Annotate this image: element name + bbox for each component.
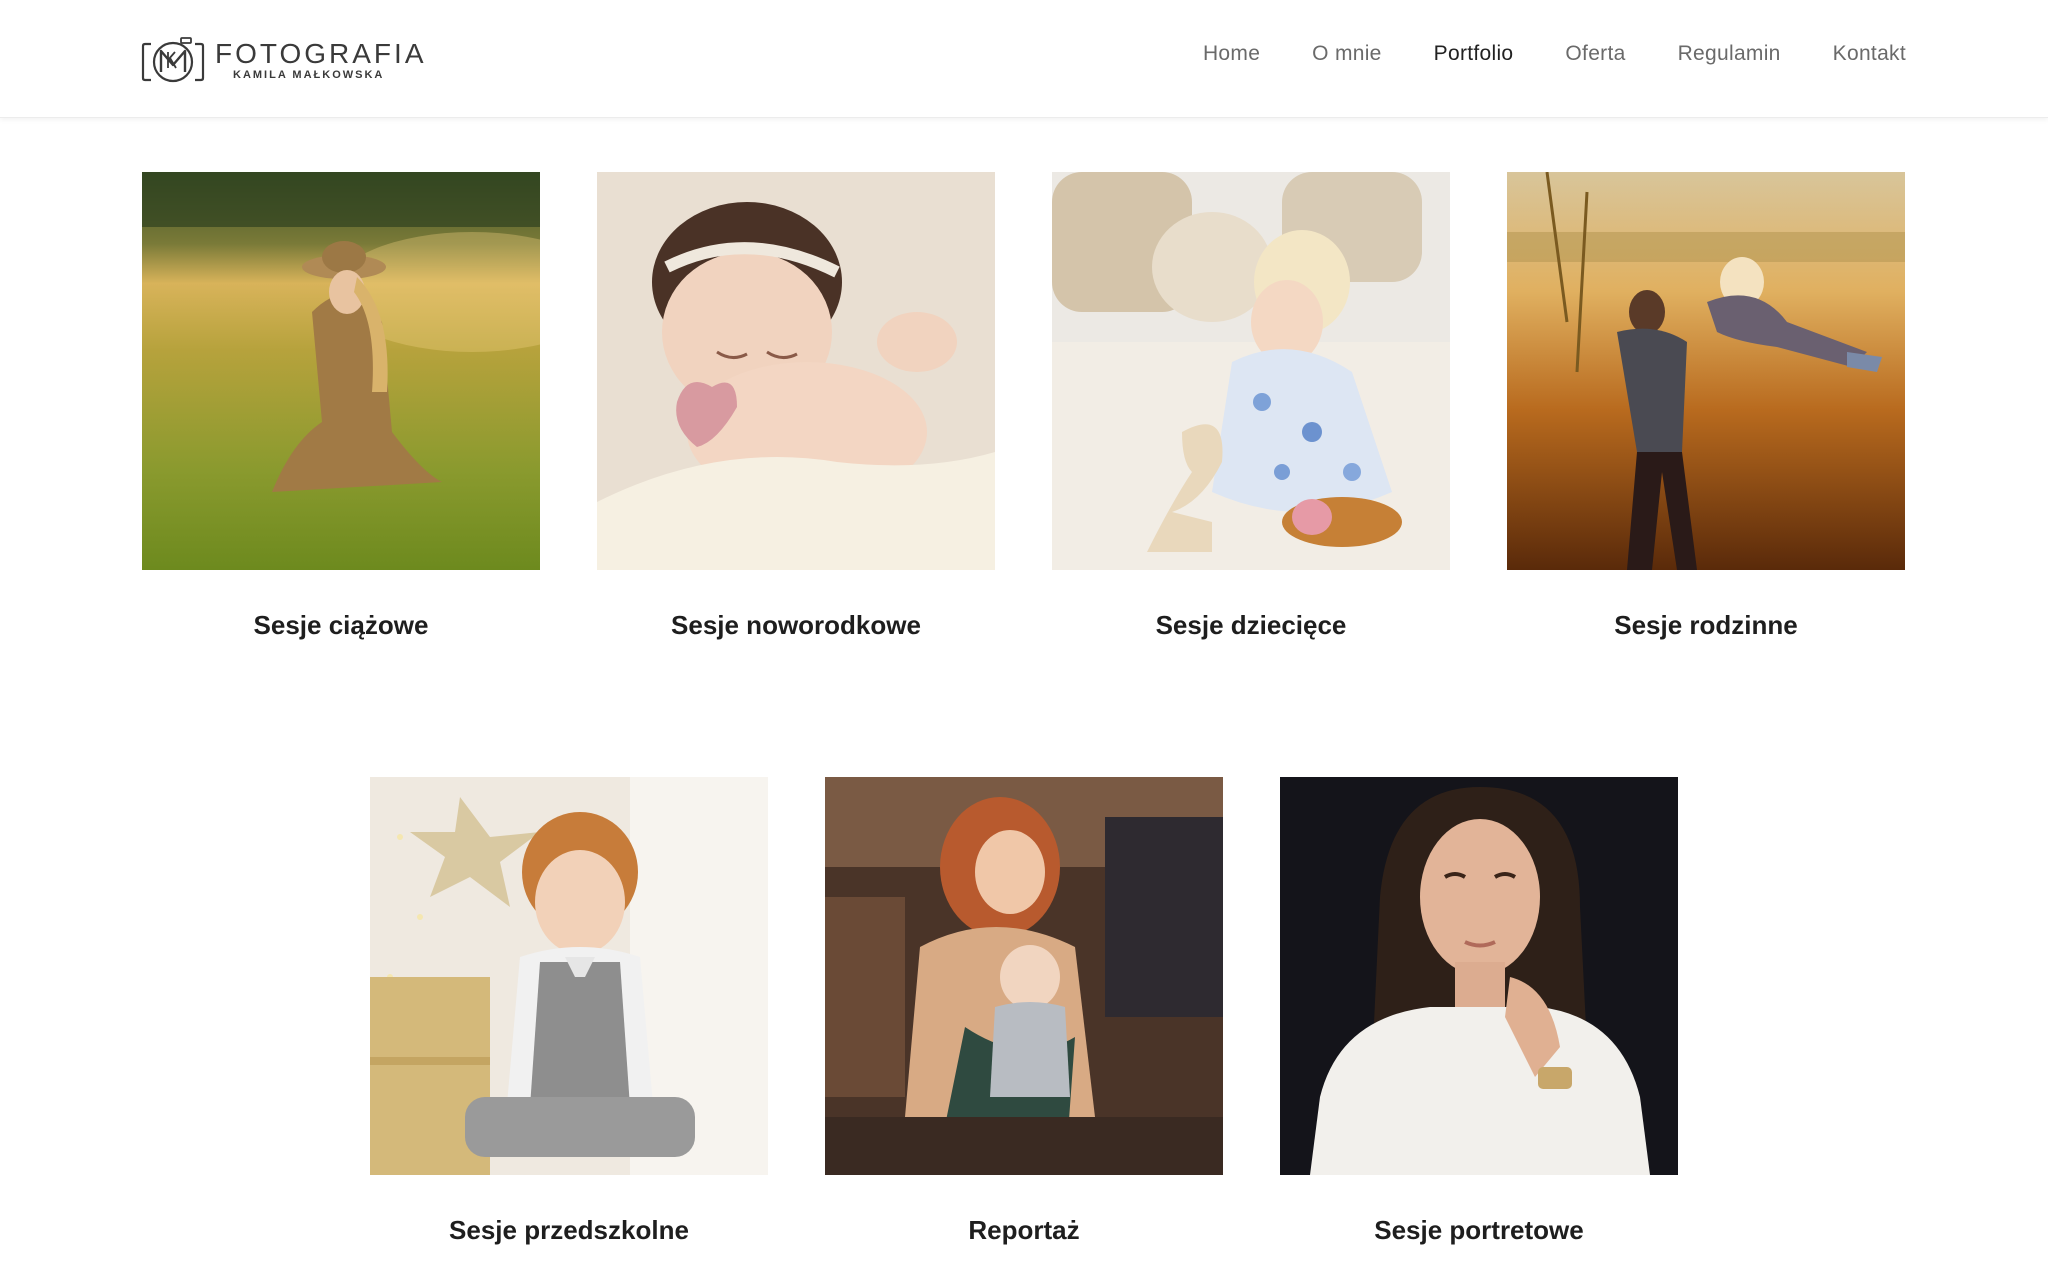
logo-text: FOTOGRAFIA KAMILA MAŁKOWSKA	[215, 37, 427, 81]
site-header: FOTOGRAFIA KAMILA MAŁKOWSKA Home O mnie …	[0, 0, 2048, 118]
newborn-photo[interactable]	[597, 172, 995, 570]
caption-preschool[interactable]: Sesje przedszkolne	[370, 1215, 768, 1246]
camera-monogram-icon	[141, 37, 205, 83]
nav-regulamin[interactable]: Regulamin	[1678, 42, 1781, 66]
gallery-card-portrait: Sesje portretowe	[1280, 777, 1678, 1246]
gallery-card-reportage: Reportaż	[825, 777, 1223, 1246]
nav-portfolio[interactable]: Portfolio	[1434, 42, 1514, 66]
nav-oferta[interactable]: Oferta	[1565, 42, 1625, 66]
caption-newborn[interactable]: Sesje noworodkowe	[597, 610, 995, 641]
gallery-card-preschool: Sesje przedszkolne	[370, 777, 768, 1246]
caption-maternity[interactable]: Sesje ciążowe	[142, 610, 540, 641]
maternity-photo[interactable]	[142, 172, 540, 570]
child-photo[interactable]	[1052, 172, 1450, 570]
caption-family[interactable]: Sesje rodzinne	[1507, 610, 1905, 641]
gallery-card-newborn: Sesje noworodkowe	[597, 172, 995, 641]
logo-title: FOTOGRAFIA	[215, 37, 427, 69]
caption-portrait[interactable]: Sesje portretowe	[1280, 1215, 1678, 1246]
gallery-card-family: Sesje rodzinne	[1507, 172, 1905, 641]
caption-child[interactable]: Sesje dziecięce	[1052, 610, 1450, 641]
gallery-card-maternity: Sesje ciążowe	[142, 172, 540, 641]
nav-kontakt[interactable]: Kontakt	[1833, 42, 1906, 66]
gallery-card-child: Sesje dziecięce	[1052, 172, 1450, 641]
family-photo[interactable]	[1507, 172, 1905, 570]
nav-home[interactable]: Home	[1203, 42, 1260, 66]
site-logo[interactable]: FOTOGRAFIA KAMILA MAŁKOWSKA	[141, 34, 427, 86]
logo-subtitle: KAMILA MAŁKOWSKA	[233, 68, 385, 81]
nav-o-mnie[interactable]: O mnie	[1312, 42, 1382, 66]
caption-reportage[interactable]: Reportaż	[825, 1215, 1223, 1246]
reportage-photo[interactable]	[825, 777, 1223, 1175]
portrait-photo[interactable]	[1280, 777, 1678, 1175]
preschool-photo[interactable]	[370, 777, 768, 1175]
main-nav: Home O mnie Portfolio Oferta Regulamin K…	[1203, 42, 1906, 66]
